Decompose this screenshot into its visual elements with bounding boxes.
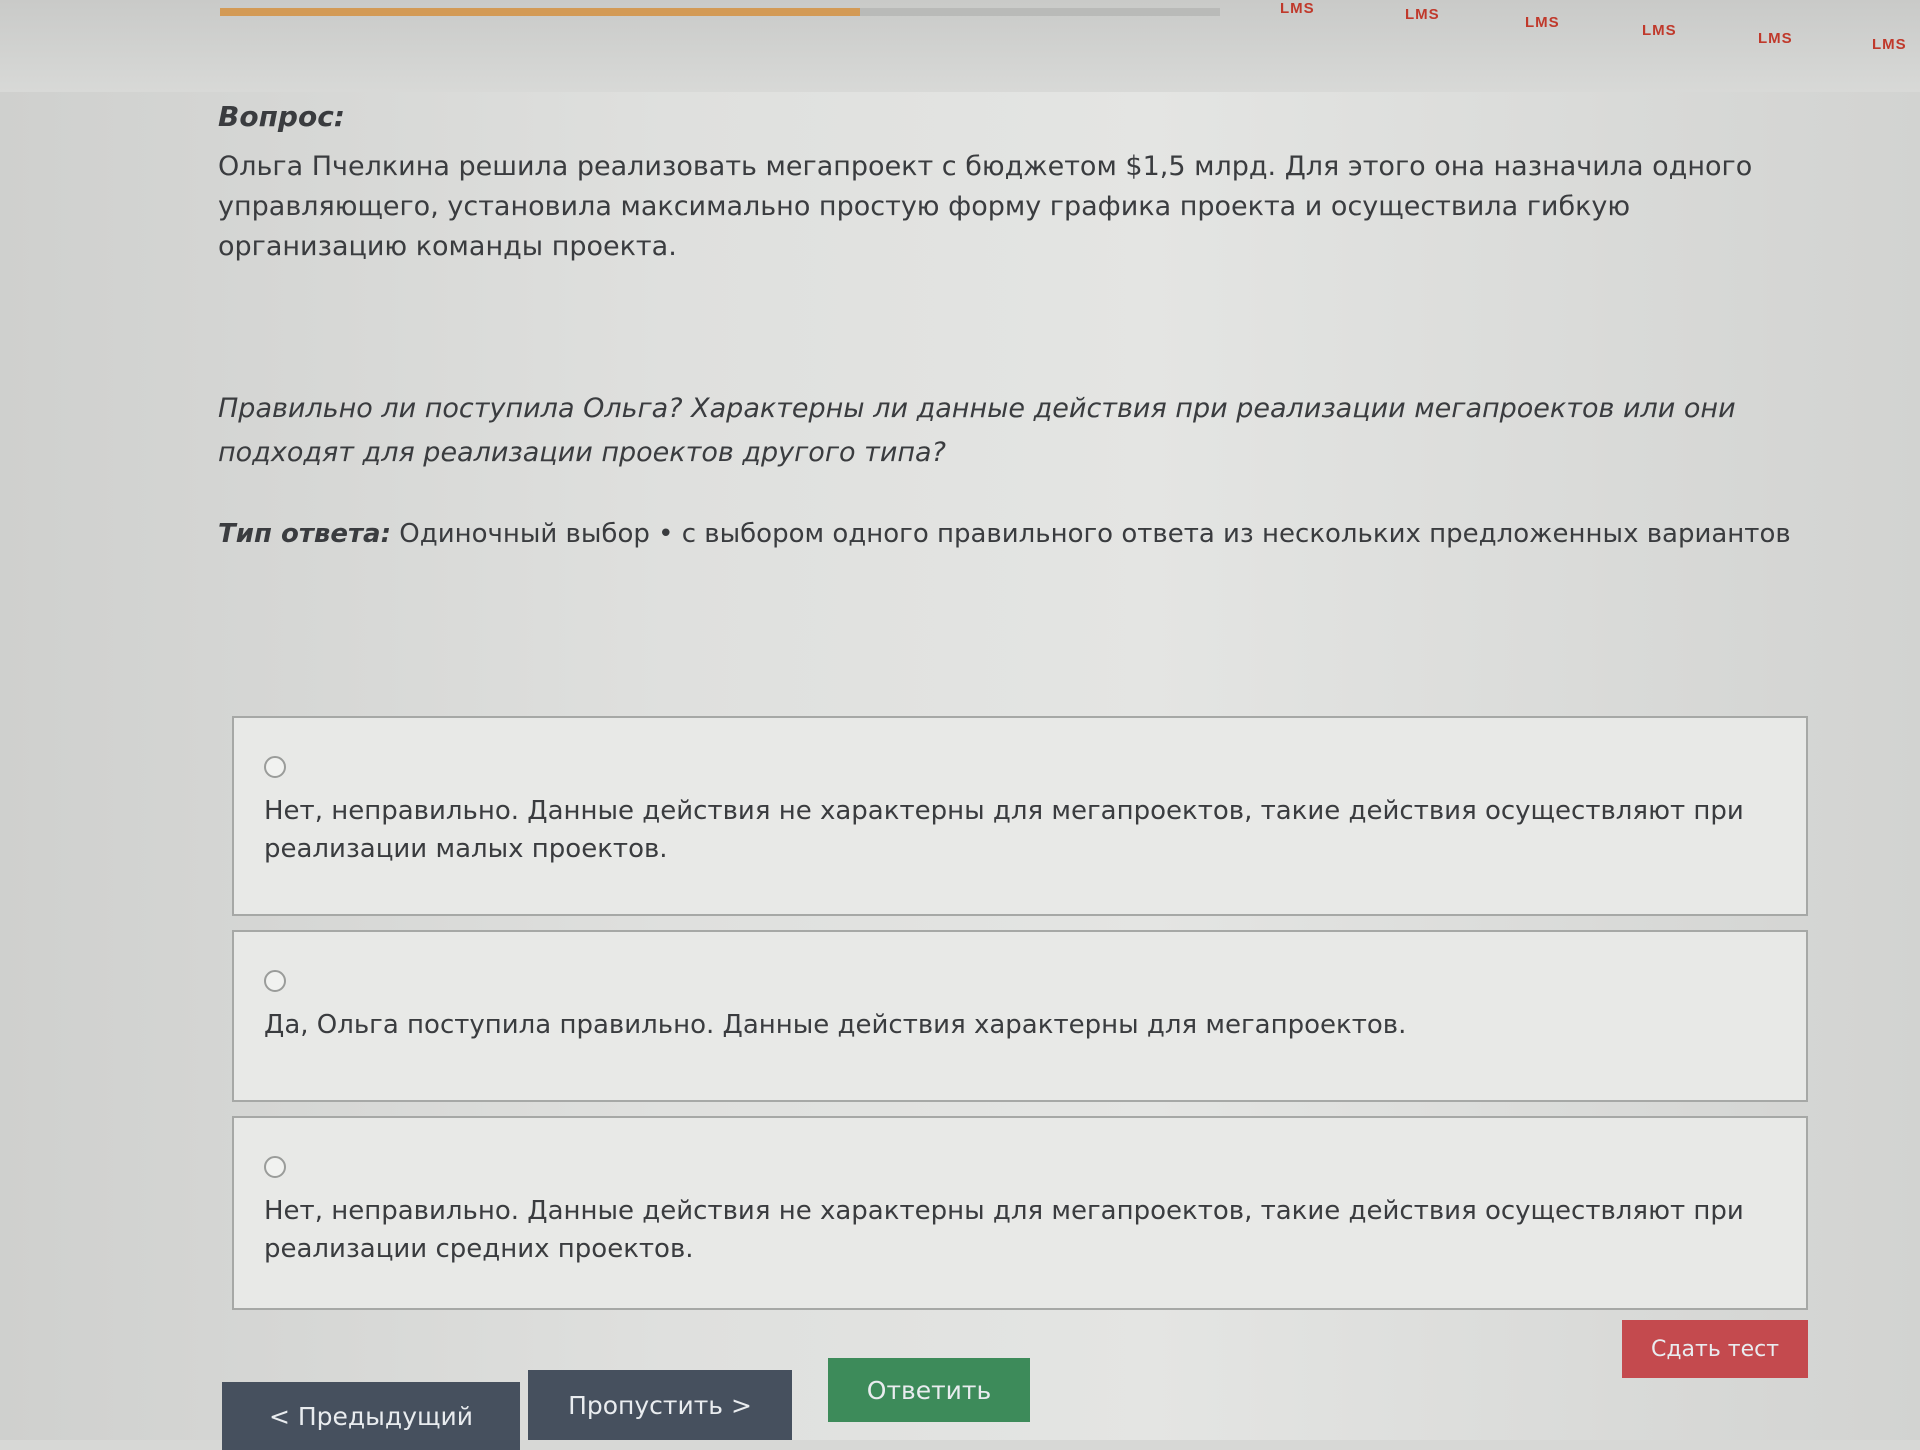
lms-tabs: LMS LMS LMS LMS LMS LMS [1260,0,1920,60]
lms-tab[interactable]: LMS [1405,6,1440,23]
option-text: Да, Ольга поступила правильно. Данные де… [264,1010,1407,1040]
lms-tab[interactable]: LMS [1872,36,1907,53]
question-prompt: Правильно ли поступила Ольга? Характерны… [218,393,1736,468]
lms-tab[interactable]: LMS [1758,30,1793,47]
page: LMS LMS LMS LMS LMS LMS Вопрос: Ольга Пч… [0,0,1920,1450]
question-text: Ольга Пчелкина решила реализовать мегапр… [218,151,1753,262]
top-header: LMS LMS LMS LMS LMS LMS [0,0,1920,92]
question-section: Вопрос: Ольга Пчелкина решила реализоват… [218,100,1818,549]
answer-button[interactable]: Ответить [828,1358,1030,1422]
answer-type: Тип ответа: Одиночный выбор • с выбором … [218,519,1818,549]
question-label: Вопрос: [218,100,345,133]
lms-tab[interactable]: LMS [1280,0,1315,17]
radio-button[interactable] [264,756,286,778]
answer-option-1[interactable]: Нет, неправильно. Данные действия не хар… [232,716,1808,916]
lms-tab[interactable]: LMS [1525,14,1560,31]
submit-test-button[interactable]: Сдать тест [1622,1320,1808,1378]
answer-option-3[interactable]: Нет, неправильно. Данные действия не хар… [232,1116,1808,1310]
answer-type-value: Одиночный выбор • с выбором одного прави… [391,519,1791,549]
option-text: Нет, неправильно. Данные действия не хар… [264,796,1744,864]
option-text: Нет, неправильно. Данные действия не хар… [264,1196,1744,1264]
progress-bar [220,8,1220,16]
answer-options: Нет, неправильно. Данные действия не хар… [232,716,1808,1324]
skip-button[interactable]: Пропустить > [528,1370,792,1440]
answer-option-2[interactable]: Да, Ольга поступила правильно. Данные де… [232,930,1808,1102]
answer-type-label: Тип ответа: [218,519,391,549]
radio-button[interactable] [264,970,286,992]
radio-button[interactable] [264,1156,286,1178]
progress-fill [220,8,860,16]
lms-tab[interactable]: LMS [1642,22,1677,39]
